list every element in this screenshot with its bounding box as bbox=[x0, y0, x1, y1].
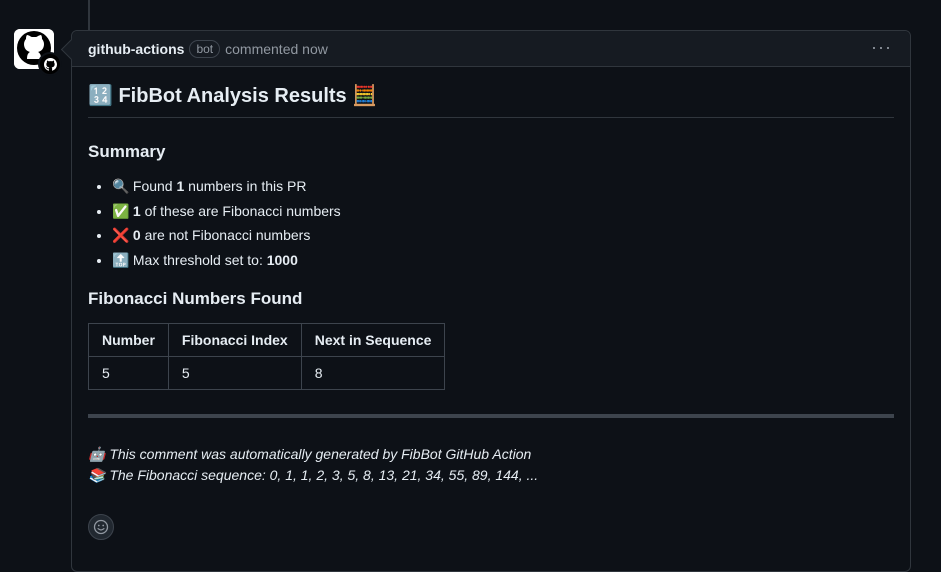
cross-emoji-icon: ❌ bbox=[112, 227, 130, 244]
check-emoji-icon: ✅ bbox=[112, 202, 130, 219]
summary-text: Found bbox=[132, 178, 173, 194]
summary-text: of these are Fibonacci numbers bbox=[144, 202, 341, 219]
comment-timestamp[interactable]: commented now bbox=[225, 41, 328, 57]
footer-text: The Fibonacci sequence: 0, 1, 1, 2, 3, 5… bbox=[109, 467, 539, 484]
list-item: 🔍 Found 1 numbers in this PR bbox=[112, 176, 894, 196]
table-cell: 5 bbox=[167, 356, 302, 391]
fibonacci-table: Number Fibonacci Index Next in Sequence … bbox=[88, 323, 446, 391]
divider bbox=[88, 414, 894, 419]
column-header: Next in Sequence bbox=[300, 323, 446, 358]
column-header: Number bbox=[88, 323, 169, 358]
footer-line: 🤖 This comment was automatically generat… bbox=[88, 444, 894, 465]
table-cell: 8 bbox=[300, 356, 446, 391]
summary-list: 🔍 Found 1 numbers in this PR ✅ 1 of thes… bbox=[88, 176, 894, 270]
summary-count: 1 bbox=[176, 178, 185, 194]
magnifier-emoji-icon: 🔍 bbox=[112, 178, 130, 194]
kebab-horizontal-icon[interactable]: ··· bbox=[871, 38, 892, 56]
timeline-line bbox=[88, 0, 90, 30]
table-header-row: Number Fibonacci Index Next in Sequence bbox=[88, 323, 446, 358]
summary-text: are not Fibonacci numbers bbox=[144, 227, 311, 244]
add-reaction-button[interactable] bbox=[88, 514, 114, 540]
summary-count: 1000 bbox=[266, 252, 298, 269]
list-item: ❌ 0 are not Fibonacci numbers bbox=[112, 225, 894, 245]
list-item: 🔝 Max threshold set to: 1000 bbox=[112, 250, 894, 270]
footer-text: This comment was automatically generated… bbox=[109, 446, 532, 463]
comment-body: 🔢 FibBot Analysis Results 🧮 Summary 🔍 Fo… bbox=[72, 83, 910, 486]
footer-notes: 🤖 This comment was automatically generat… bbox=[88, 444, 894, 486]
summary-count: 0 bbox=[132, 227, 141, 244]
table-heading: Fibonacci Numbers Found bbox=[88, 289, 303, 309]
smiley-icon bbox=[93, 519, 109, 535]
table-row: 5 5 8 bbox=[88, 356, 446, 391]
avatar[interactable] bbox=[14, 29, 62, 76]
summary-heading: Summary bbox=[88, 142, 166, 161]
top-arrow-emoji-icon: 🔝 bbox=[112, 252, 130, 269]
comment-header: github-actions bot commented now ··· bbox=[72, 31, 910, 67]
footer-line: 📚 The Fibonacci sequence: 0, 1, 1, 2, 3,… bbox=[88, 465, 894, 486]
input-numbers-emoji-icon: 🔢 bbox=[88, 85, 113, 107]
comment-box: github-actions bot commented now ··· 🔢 F… bbox=[71, 30, 911, 572]
abacus-emoji-icon: 🧮 bbox=[352, 85, 378, 107]
summary-count: 1 bbox=[132, 202, 141, 219]
books-emoji-icon: 📚 bbox=[88, 467, 106, 484]
page-title: 🔢 FibBot Analysis Results 🧮 bbox=[88, 83, 894, 118]
column-header: Fibonacci Index bbox=[167, 323, 302, 358]
robot-emoji-icon: 🤖 bbox=[88, 446, 106, 463]
author-link[interactable]: github-actions bbox=[88, 41, 184, 57]
table-cell: 5 bbox=[88, 356, 169, 391]
title-text: FibBot Analysis Results bbox=[118, 85, 347, 107]
summary-text: numbers in this PR bbox=[188, 178, 307, 194]
summary-text: Max threshold set to: bbox=[132, 252, 263, 269]
list-item: ✅ 1 of these are Fibonacci numbers bbox=[112, 201, 894, 221]
bot-badge: bot bbox=[189, 39, 221, 58]
github-mark-badge-icon bbox=[38, 52, 62, 76]
